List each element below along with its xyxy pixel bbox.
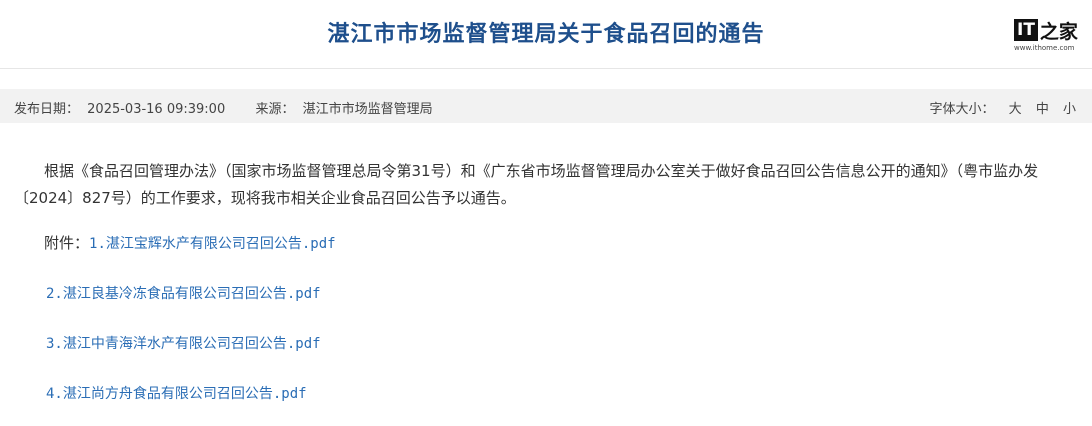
attachment-link-4[interactable]: 4.湛江尚方舟食品有限公司召回公告.pdf — [46, 386, 307, 402]
page-header: 湛江市市场监督管理局关于食品召回的通告 IT 之家 www.ithome.com — [0, 0, 1092, 69]
article-content: 根据《食品召回管理办法》（国家市场监督管理总局令第31号）和《广东省市场监督管理… — [14, 158, 1078, 408]
logo-mark: IT 之家 — [1014, 18, 1078, 43]
attachment-row-1: 附件：1.湛江宝辉水产有限公司召回公告.pdf — [14, 230, 1078, 258]
attachment-row-3: 3.湛江中青海洋水产有限公司召回公告.pdf — [14, 330, 1078, 358]
article-paragraph: 根据《食品召回管理办法》（国家市场监督管理总局令第31号）和《广东省市场监督管理… — [14, 162, 1039, 207]
font-size-medium-button[interactable]: 中 — [1036, 102, 1049, 117]
publish-info: 发布日期： 2025-03-16 09:39:00 来源： 湛江市市场监督管理局 — [14, 98, 437, 117]
publish-date-value: 2025-03-16 09:39:00 — [87, 102, 226, 117]
source-value: 湛江市市场监督管理局 — [302, 102, 433, 117]
font-size-large-button[interactable]: 大 — [1009, 102, 1022, 117]
attachment-row-4: 4.湛江尚方舟食品有限公司召回公告.pdf — [14, 380, 1078, 408]
source-label: 来源： — [255, 102, 295, 117]
font-size-label: 字体大小： — [929, 102, 995, 117]
logo-url: www.ithome.com — [1014, 44, 1075, 52]
meta-bar: 发布日期： 2025-03-16 09:39:00 来源： 湛江市市场监督管理局… — [0, 89, 1092, 123]
logo-chinese-mark: 之家 — [1039, 20, 1078, 43]
page-title: 湛江市市场监督管理局关于食品召回的通告 — [327, 21, 765, 47]
attachment-link-3[interactable]: 3.湛江中青海洋水产有限公司召回公告.pdf — [46, 336, 321, 352]
logo-it-icon: IT — [1014, 19, 1038, 41]
font-size-small-button[interactable]: 小 — [1063, 102, 1076, 117]
font-size-controls: 字体大小： 大 中 小 — [930, 98, 1076, 117]
attachment-row-2: 2.湛江良基冷冻食品有限公司召回公告.pdf — [14, 280, 1078, 308]
publish-date-label: 发布日期： — [14, 102, 80, 117]
attachment-link-1[interactable]: 1.湛江宝辉水产有限公司召回公告.pdf — [89, 236, 336, 252]
attachment-link-2[interactable]: 2.湛江良基冷冻食品有限公司召回公告.pdf — [46, 286, 321, 302]
attachment-label: 附件： — [44, 234, 90, 252]
ithome-logo: IT 之家 www.ithome.com — [1014, 18, 1078, 58]
